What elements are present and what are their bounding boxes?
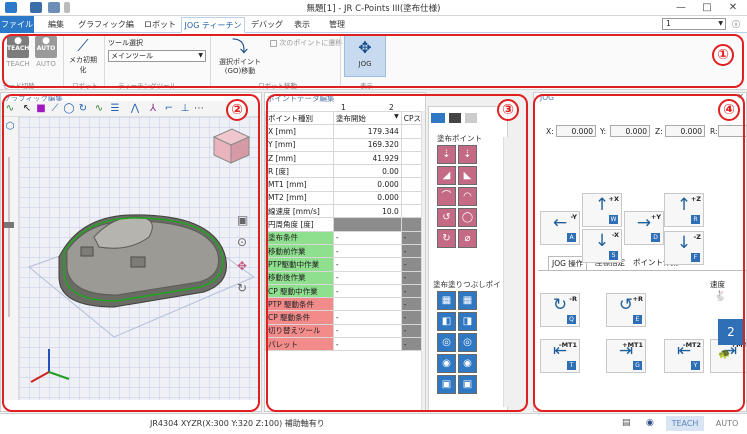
tab-file[interactable]: ファイル xyxy=(0,16,34,33)
annotation-box-1 xyxy=(2,34,744,88)
clipboard-icon: ▤ xyxy=(622,418,631,428)
tab-robot[interactable]: ロボット xyxy=(140,17,180,33)
annotation-box-3 xyxy=(266,94,528,412)
status-teach-indicator: TEACH xyxy=(666,416,704,431)
tab-debug[interactable]: デバッグ xyxy=(248,17,286,33)
window-title: 無題[1] - JR C-Points III(塗布仕様) xyxy=(306,4,441,14)
robot-status-icon: ◉ xyxy=(646,418,654,428)
ribbon-tabs: ファイル 編集 グラフィック編集 ロボット JOG ティーチング デバッグ 表示… xyxy=(0,16,747,45)
chevron-down-icon: ▼ xyxy=(718,20,723,27)
status-bar: JR4304 XYZR(X:300 Y:320 Z:100) 補助軸有り ▤ ◉… xyxy=(0,413,747,434)
status-auto-indicator: AUTO xyxy=(715,419,739,428)
annotation-number-4: ④ xyxy=(718,99,740,121)
annotation-number-2: ② xyxy=(226,99,248,121)
help-icon[interactable]: ⓘ xyxy=(732,19,740,30)
tab-graphic-edit[interactable]: グラフィック編集 xyxy=(76,17,136,44)
maximize-button[interactable]: □ xyxy=(694,0,720,16)
tab-view[interactable]: 表示 xyxy=(288,17,316,33)
annotation-box-2 xyxy=(2,94,260,412)
profile-select[interactable]: 1 ▼ xyxy=(662,18,726,30)
minimize-button[interactable]: — xyxy=(668,0,694,16)
tab-edit[interactable]: 編集 xyxy=(38,17,74,33)
app-window: 無題[1] - JR C-Points III(塗布仕様) — □ ✕ ファイル… xyxy=(0,0,747,434)
annotation-number-3: ③ xyxy=(497,99,519,121)
title-bar: 無題[1] - JR C-Points III(塗布仕様) — □ ✕ xyxy=(0,0,747,16)
status-robot-info: JR4304 XYZR(X:300 Y:320 Z:100) 補助軸有り xyxy=(150,419,325,428)
annotation-number-1: ① xyxy=(712,44,734,66)
tab-manage[interactable]: 管理 xyxy=(322,17,352,33)
tab-jog-teaching[interactable]: JOG ティーチング xyxy=(181,17,245,45)
close-button[interactable]: ✕ xyxy=(720,0,746,16)
profile-select-value: 1 xyxy=(666,19,671,28)
annotation-box-4 xyxy=(533,94,745,412)
